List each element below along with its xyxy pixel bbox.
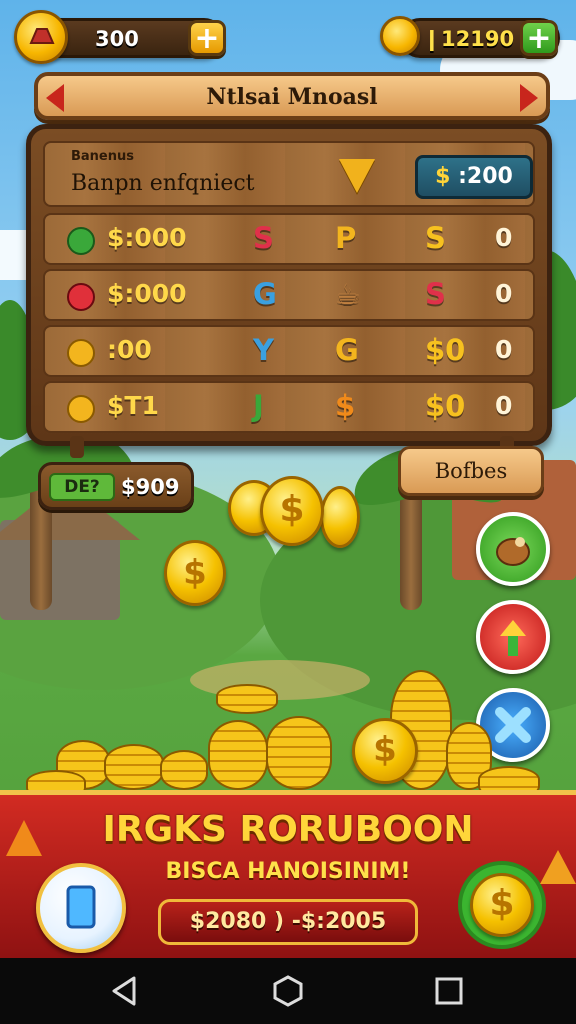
buy-coin-button[interactable]: $ (458, 861, 546, 949)
board-row[interactable]: :00 Y G $0 0 (43, 325, 535, 377)
blue-glyph-icon: G (253, 277, 277, 311)
row-count: 0 (495, 335, 513, 364)
red-star-icon (67, 283, 95, 311)
row-amount: $:000 (107, 279, 187, 308)
orange-gem-icon (540, 850, 576, 884)
banner-title: Ntlsai Mnoasl (206, 84, 378, 110)
row-count: 0 (495, 279, 513, 308)
board-header-small: Banenus (71, 149, 135, 164)
green-key-icon (67, 227, 95, 255)
gold-value: 12190 (441, 27, 515, 51)
bonus-value: $909 (121, 475, 180, 499)
coin-icon: $ (352, 718, 418, 784)
green-check-icon: J (253, 389, 264, 423)
add-coins-button[interactable]: + (188, 20, 226, 56)
orange-dollar-glyph-icon: $ (335, 389, 356, 423)
board-price-button[interactable]: $ :200 (415, 155, 533, 199)
yellow-p-glyph-icon: P (335, 221, 357, 255)
gold-prefix: ❙ (423, 27, 441, 51)
coin-icon: $ (164, 540, 226, 606)
coin-stack (216, 684, 278, 714)
bonus-counter[interactable]: DE? $909 (38, 462, 194, 510)
promo-price-button[interactable]: $2080 ) -$:2005 (158, 899, 418, 945)
mug-icon: ☕ (335, 277, 361, 311)
upgrade-button[interactable] (476, 600, 550, 674)
treasure-bag-button[interactable] (476, 512, 550, 586)
gem-triangle-icon (339, 159, 375, 193)
blue-tool-icon: Y (253, 333, 274, 367)
promo-title: IRGKS RORUBOON (102, 809, 474, 850)
system-nav-bar (0, 958, 576, 1024)
coin-symbol: $ (279, 489, 305, 530)
coin-icon: $ (260, 476, 324, 546)
coin-stack (160, 750, 208, 790)
gold-bar-icon (380, 16, 420, 56)
row-amount: $T1 (107, 391, 159, 420)
coin-stack-icon (67, 339, 95, 367)
next-arrow-icon[interactable] (520, 84, 538, 112)
recents-icon[interactable] (432, 974, 466, 1008)
board-header-title: Banpn enfqniect (71, 171, 255, 196)
orange-s-glyph-icon: S (425, 221, 446, 255)
board-row[interactable]: $:000 S P S 0 (43, 213, 535, 265)
coins-value: 300 (95, 27, 139, 51)
row-amount: :00 (107, 335, 152, 364)
coin-icon (320, 486, 360, 548)
coin-stack (104, 744, 164, 790)
board-row[interactable]: $T1 J $ $0 0 (43, 381, 535, 433)
board-header: Banenus Banpn enfqniect $ :200 (43, 141, 535, 207)
dollar-icon: $ (435, 164, 451, 189)
reward-board: Banenus Banpn enfqniect $ :200 $:000 S P… (26, 124, 552, 446)
board-row[interactable]: $:000 G ☕ S 0 (43, 269, 535, 321)
coin-symbol: $ (373, 730, 397, 770)
coin-stack (266, 716, 332, 790)
board-price-value: :200 (458, 164, 513, 189)
add-gold-button[interactable]: + (520, 20, 558, 56)
coin-symbol: $ (183, 553, 207, 593)
coin-purse-icon (14, 10, 68, 64)
bonus-tag: DE? (49, 473, 115, 501)
coin-stack (208, 720, 268, 790)
bonuses-button[interactable]: Bofbes (398, 446, 544, 496)
orange-gem-icon (6, 820, 42, 856)
coin-symbol: $ (489, 883, 515, 924)
dollar-zero-glyph: $0 (425, 389, 466, 423)
back-icon[interactable] (108, 974, 142, 1008)
promo-banner: IRGKS RORUBOON BISCA HANOISINIM! $2080 )… (0, 790, 576, 958)
yellow-g-glyph-icon: G (335, 333, 359, 367)
row-count: 0 (495, 223, 513, 252)
red-s-glyph-icon: S (425, 277, 446, 311)
title-banner: Ntlsai Mnoasl (34, 72, 550, 120)
home-icon[interactable] (271, 974, 305, 1008)
board-peg (70, 436, 84, 458)
blue-gem-button[interactable] (36, 863, 126, 953)
row-amount: $:000 (107, 223, 187, 252)
coin-icon: $ (470, 873, 534, 937)
dollar-zero-glyph: $0 (425, 333, 466, 367)
red-s-glyph-icon: S (253, 221, 274, 255)
gold-coin-icon (67, 395, 95, 423)
row-count: 0 (495, 391, 513, 420)
